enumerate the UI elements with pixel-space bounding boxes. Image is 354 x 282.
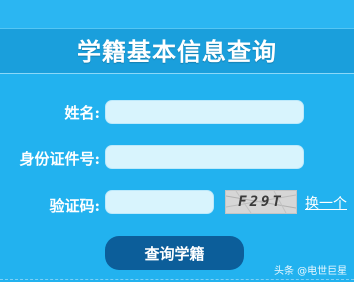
top-strip: [0, 0, 354, 28]
captcha-text: F29T: [238, 194, 284, 210]
captcha-label: 验证码:: [49, 197, 100, 215]
header-bar: 学籍基本信息查询: [0, 28, 354, 74]
bottom-divider: [0, 279, 354, 280]
id-number-label: 身份证件号:: [19, 150, 100, 168]
captcha-image: F29T: [225, 190, 297, 214]
name-label: 姓名:: [64, 104, 100, 122]
watermark: 头条 @电世巨星: [274, 266, 348, 277]
refresh-captcha-link[interactable]: 换一个: [305, 193, 347, 213]
captcha-input[interactable]: [105, 190, 214, 214]
id-number-input[interactable]: [105, 145, 304, 169]
page-title: 学籍基本信息查询: [77, 37, 277, 66]
query-button[interactable]: 查询学籍: [105, 236, 244, 270]
name-input[interactable]: [105, 100, 304, 124]
